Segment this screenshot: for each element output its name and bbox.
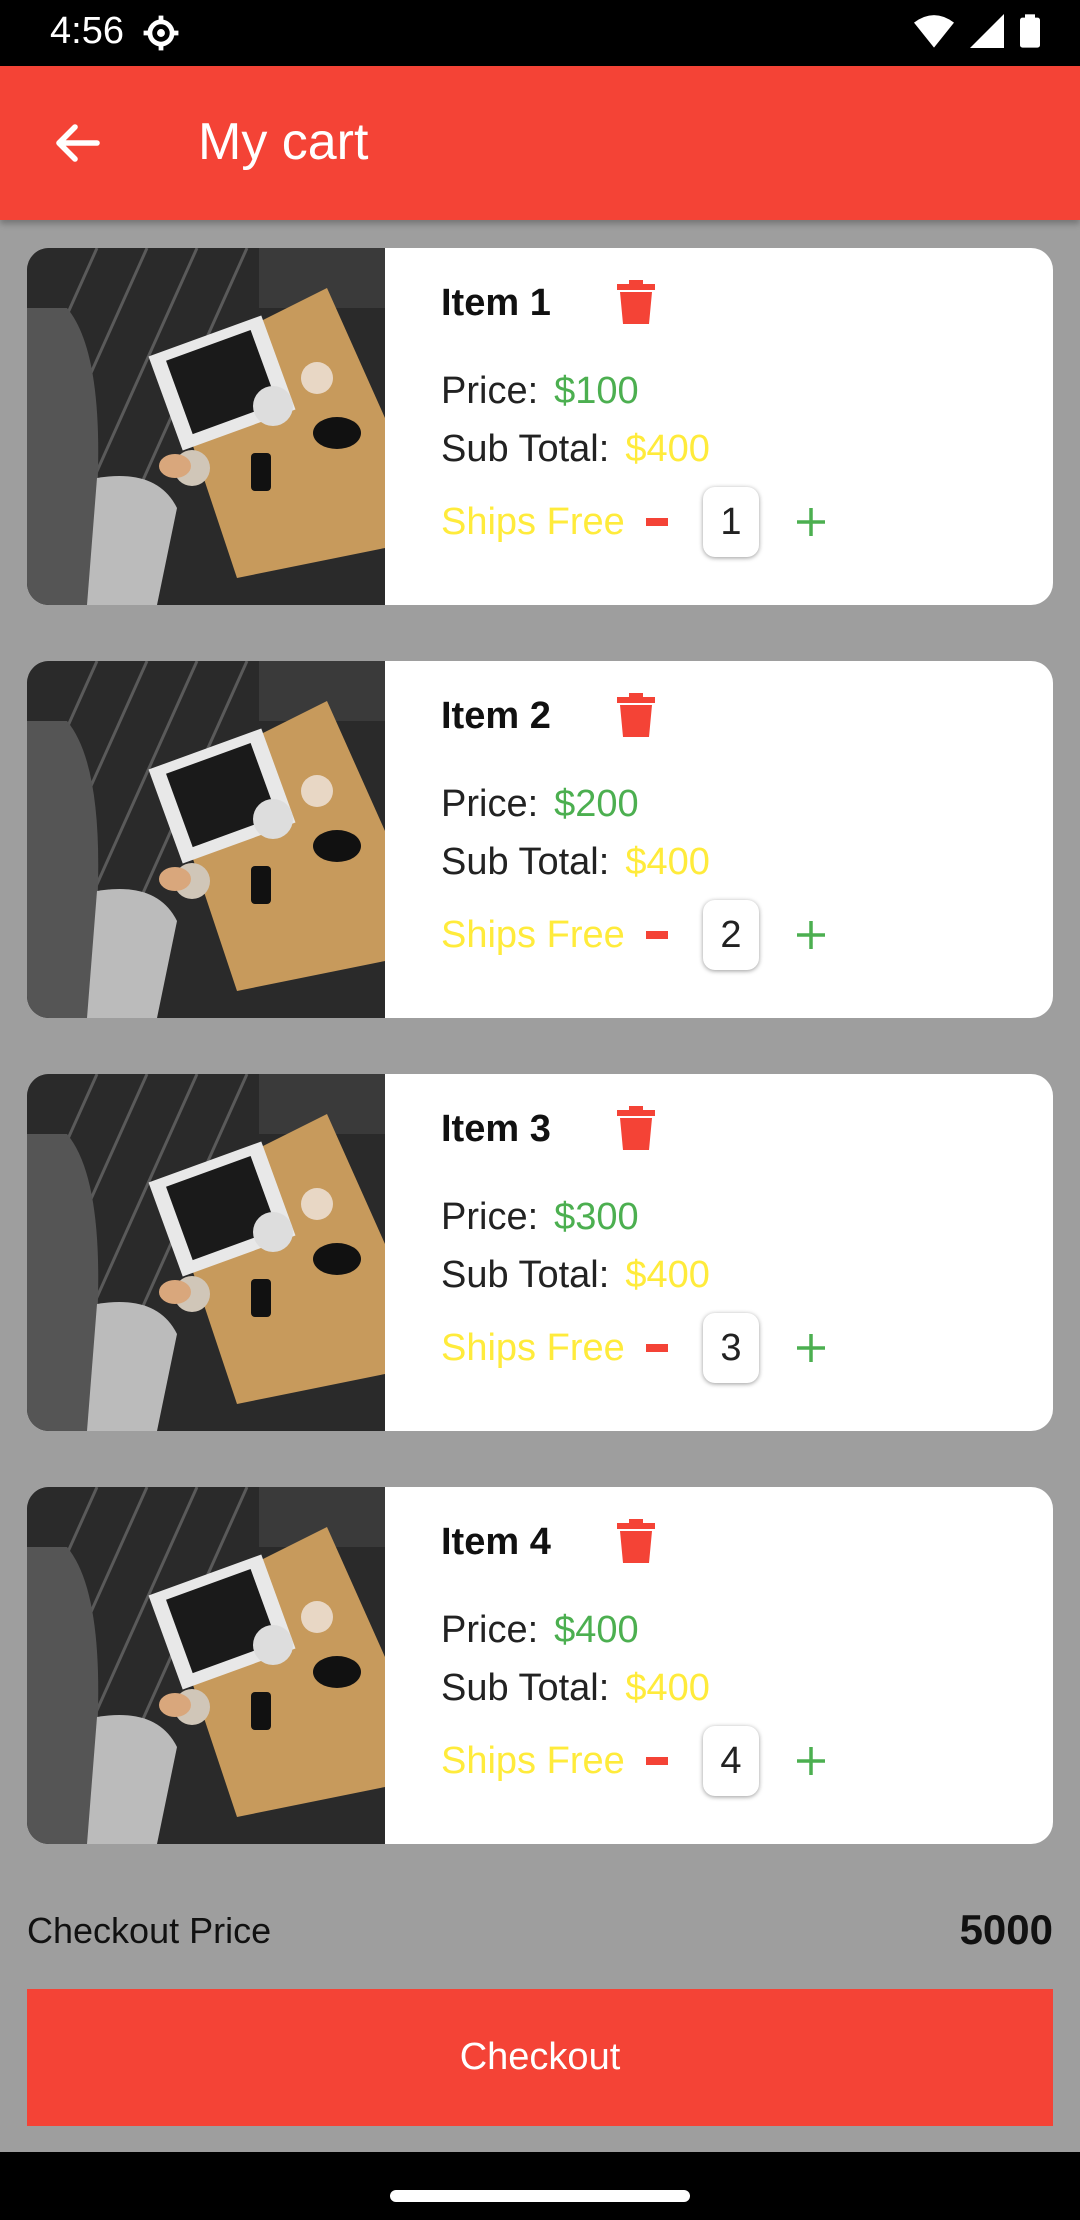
cart-item-card: Item 4 Price: $400 Sub Total: $400 Ships… bbox=[27, 1487, 1053, 1844]
price-value: $200 bbox=[554, 783, 639, 825]
price-value: $300 bbox=[554, 1196, 639, 1238]
item-details: Item 4 Price: $400 Sub Total: $400 Ships… bbox=[441, 1487, 1053, 1844]
quantity-row: Ships Free 1 bbox=[441, 484, 831, 560]
shipping-label: Ships Free bbox=[441, 1739, 625, 1782]
plus-icon bbox=[797, 1747, 825, 1775]
shipping-label: Ships Free bbox=[441, 1326, 625, 1369]
item-details: Item 1 Price: $100 Sub Total: $400 Ships… bbox=[441, 248, 1053, 605]
navigation-bar bbox=[0, 2152, 1080, 2220]
trash-icon[interactable] bbox=[617, 693, 655, 737]
item-details: Item 2 Price: $200 Sub Total: $400 Ships… bbox=[441, 661, 1053, 1018]
shipping-label: Ships Free bbox=[441, 913, 625, 956]
settings-gear-icon bbox=[143, 15, 179, 51]
increase-button[interactable] bbox=[791, 502, 831, 542]
price-label: Price: bbox=[441, 370, 539, 412]
price-value: $100 bbox=[554, 370, 639, 412]
cart-item-card: Item 2 Price: $200 Sub Total: $400 Ships… bbox=[27, 661, 1053, 1018]
subtotal-row: Sub Total: $400 bbox=[441, 1254, 710, 1297]
decrease-button[interactable] bbox=[637, 915, 677, 955]
product-image bbox=[27, 1487, 385, 1844]
price-row: Price: $100 bbox=[441, 370, 639, 413]
price-label: Price: bbox=[441, 1609, 539, 1651]
price-row: Price: $200 bbox=[441, 783, 639, 826]
subtotal-value: $400 bbox=[625, 1254, 710, 1296]
arrow-left-icon bbox=[56, 124, 100, 162]
item-name: Item 3 bbox=[441, 1108, 551, 1150]
product-image bbox=[27, 661, 385, 1018]
cart-item-card: Item 1 Price: $100 Sub Total: $400 Ships… bbox=[27, 248, 1053, 605]
minus-icon bbox=[646, 1344, 668, 1352]
subtotal-row: Sub Total: $400 bbox=[441, 841, 710, 884]
subtotal-label: Sub Total: bbox=[441, 1254, 610, 1296]
app-bar: My cart bbox=[0, 66, 1080, 220]
quantity-value[interactable]: 3 bbox=[703, 1313, 759, 1383]
subtotal-value: $400 bbox=[625, 428, 710, 470]
plus-icon bbox=[797, 1334, 825, 1362]
trash-icon[interactable] bbox=[617, 1519, 655, 1563]
minus-icon bbox=[646, 1757, 668, 1765]
increase-button[interactable] bbox=[791, 915, 831, 955]
price-label: Price: bbox=[441, 783, 539, 825]
subtotal-label: Sub Total: bbox=[441, 1667, 610, 1709]
battery-icon bbox=[1020, 14, 1040, 48]
subtotal-row: Sub Total: $400 bbox=[441, 428, 710, 471]
quantity-row: Ships Free 3 bbox=[441, 1310, 831, 1386]
product-image bbox=[27, 1074, 385, 1431]
page-title: My cart bbox=[198, 113, 369, 171]
decrease-button[interactable] bbox=[637, 1741, 677, 1781]
increase-button[interactable] bbox=[791, 1328, 831, 1368]
item-name: Item 2 bbox=[441, 695, 551, 737]
quantity-value[interactable]: 2 bbox=[703, 900, 759, 970]
shipping-label: Ships Free bbox=[441, 500, 625, 543]
plus-icon bbox=[797, 508, 825, 536]
trash-icon[interactable] bbox=[617, 1106, 655, 1150]
quantity-value[interactable]: 4 bbox=[703, 1726, 759, 1796]
minus-icon bbox=[646, 931, 668, 939]
quantity-row: Ships Free 2 bbox=[441, 897, 831, 973]
trash-icon[interactable] bbox=[617, 280, 655, 324]
status-time: 4:56 bbox=[50, 10, 124, 52]
price-value: $400 bbox=[554, 1609, 639, 1651]
increase-button[interactable] bbox=[791, 1741, 831, 1781]
checkout-total: 5000 bbox=[959, 1906, 1053, 1953]
product-image bbox=[27, 248, 385, 605]
price-row: Price: $400 bbox=[441, 1609, 639, 1652]
item-name: Item 1 bbox=[441, 282, 551, 324]
item-name: Item 4 bbox=[441, 1521, 551, 1563]
wifi-icon bbox=[914, 15, 954, 48]
subtotal-value: $400 bbox=[625, 1667, 710, 1709]
subtotal-label: Sub Total: bbox=[441, 428, 610, 470]
cart-item-card: Item 3 Price: $300 Sub Total: $400 Ships… bbox=[27, 1074, 1053, 1431]
subtotal-row: Sub Total: $400 bbox=[441, 1667, 710, 1710]
subtotal-value: $400 bbox=[625, 841, 710, 883]
minus-icon bbox=[646, 518, 668, 526]
status-bar: 4:56 bbox=[0, 0, 1080, 66]
checkout-price-label: Checkout Price bbox=[27, 1910, 272, 1951]
back-button[interactable] bbox=[44, 116, 110, 170]
cart-list[interactable]: Item 1 Price: $100 Sub Total: $400 Ships… bbox=[27, 248, 1053, 1900]
subtotal-label: Sub Total: bbox=[441, 841, 610, 883]
plus-icon bbox=[797, 921, 825, 949]
status-icons bbox=[914, 14, 1040, 48]
checkout-button[interactable]: Checkout bbox=[27, 1989, 1053, 2126]
quantity-row: Ships Free 4 bbox=[441, 1723, 831, 1799]
home-handle[interactable] bbox=[390, 2190, 690, 2202]
signal-icon bbox=[970, 14, 1004, 48]
price-label: Price: bbox=[441, 1196, 539, 1238]
decrease-button[interactable] bbox=[637, 1328, 677, 1368]
price-row: Price: $300 bbox=[441, 1196, 639, 1239]
item-details: Item 3 Price: $300 Sub Total: $400 Ships… bbox=[441, 1074, 1053, 1431]
quantity-value[interactable]: 1 bbox=[703, 487, 759, 557]
decrease-button[interactable] bbox=[637, 502, 677, 542]
